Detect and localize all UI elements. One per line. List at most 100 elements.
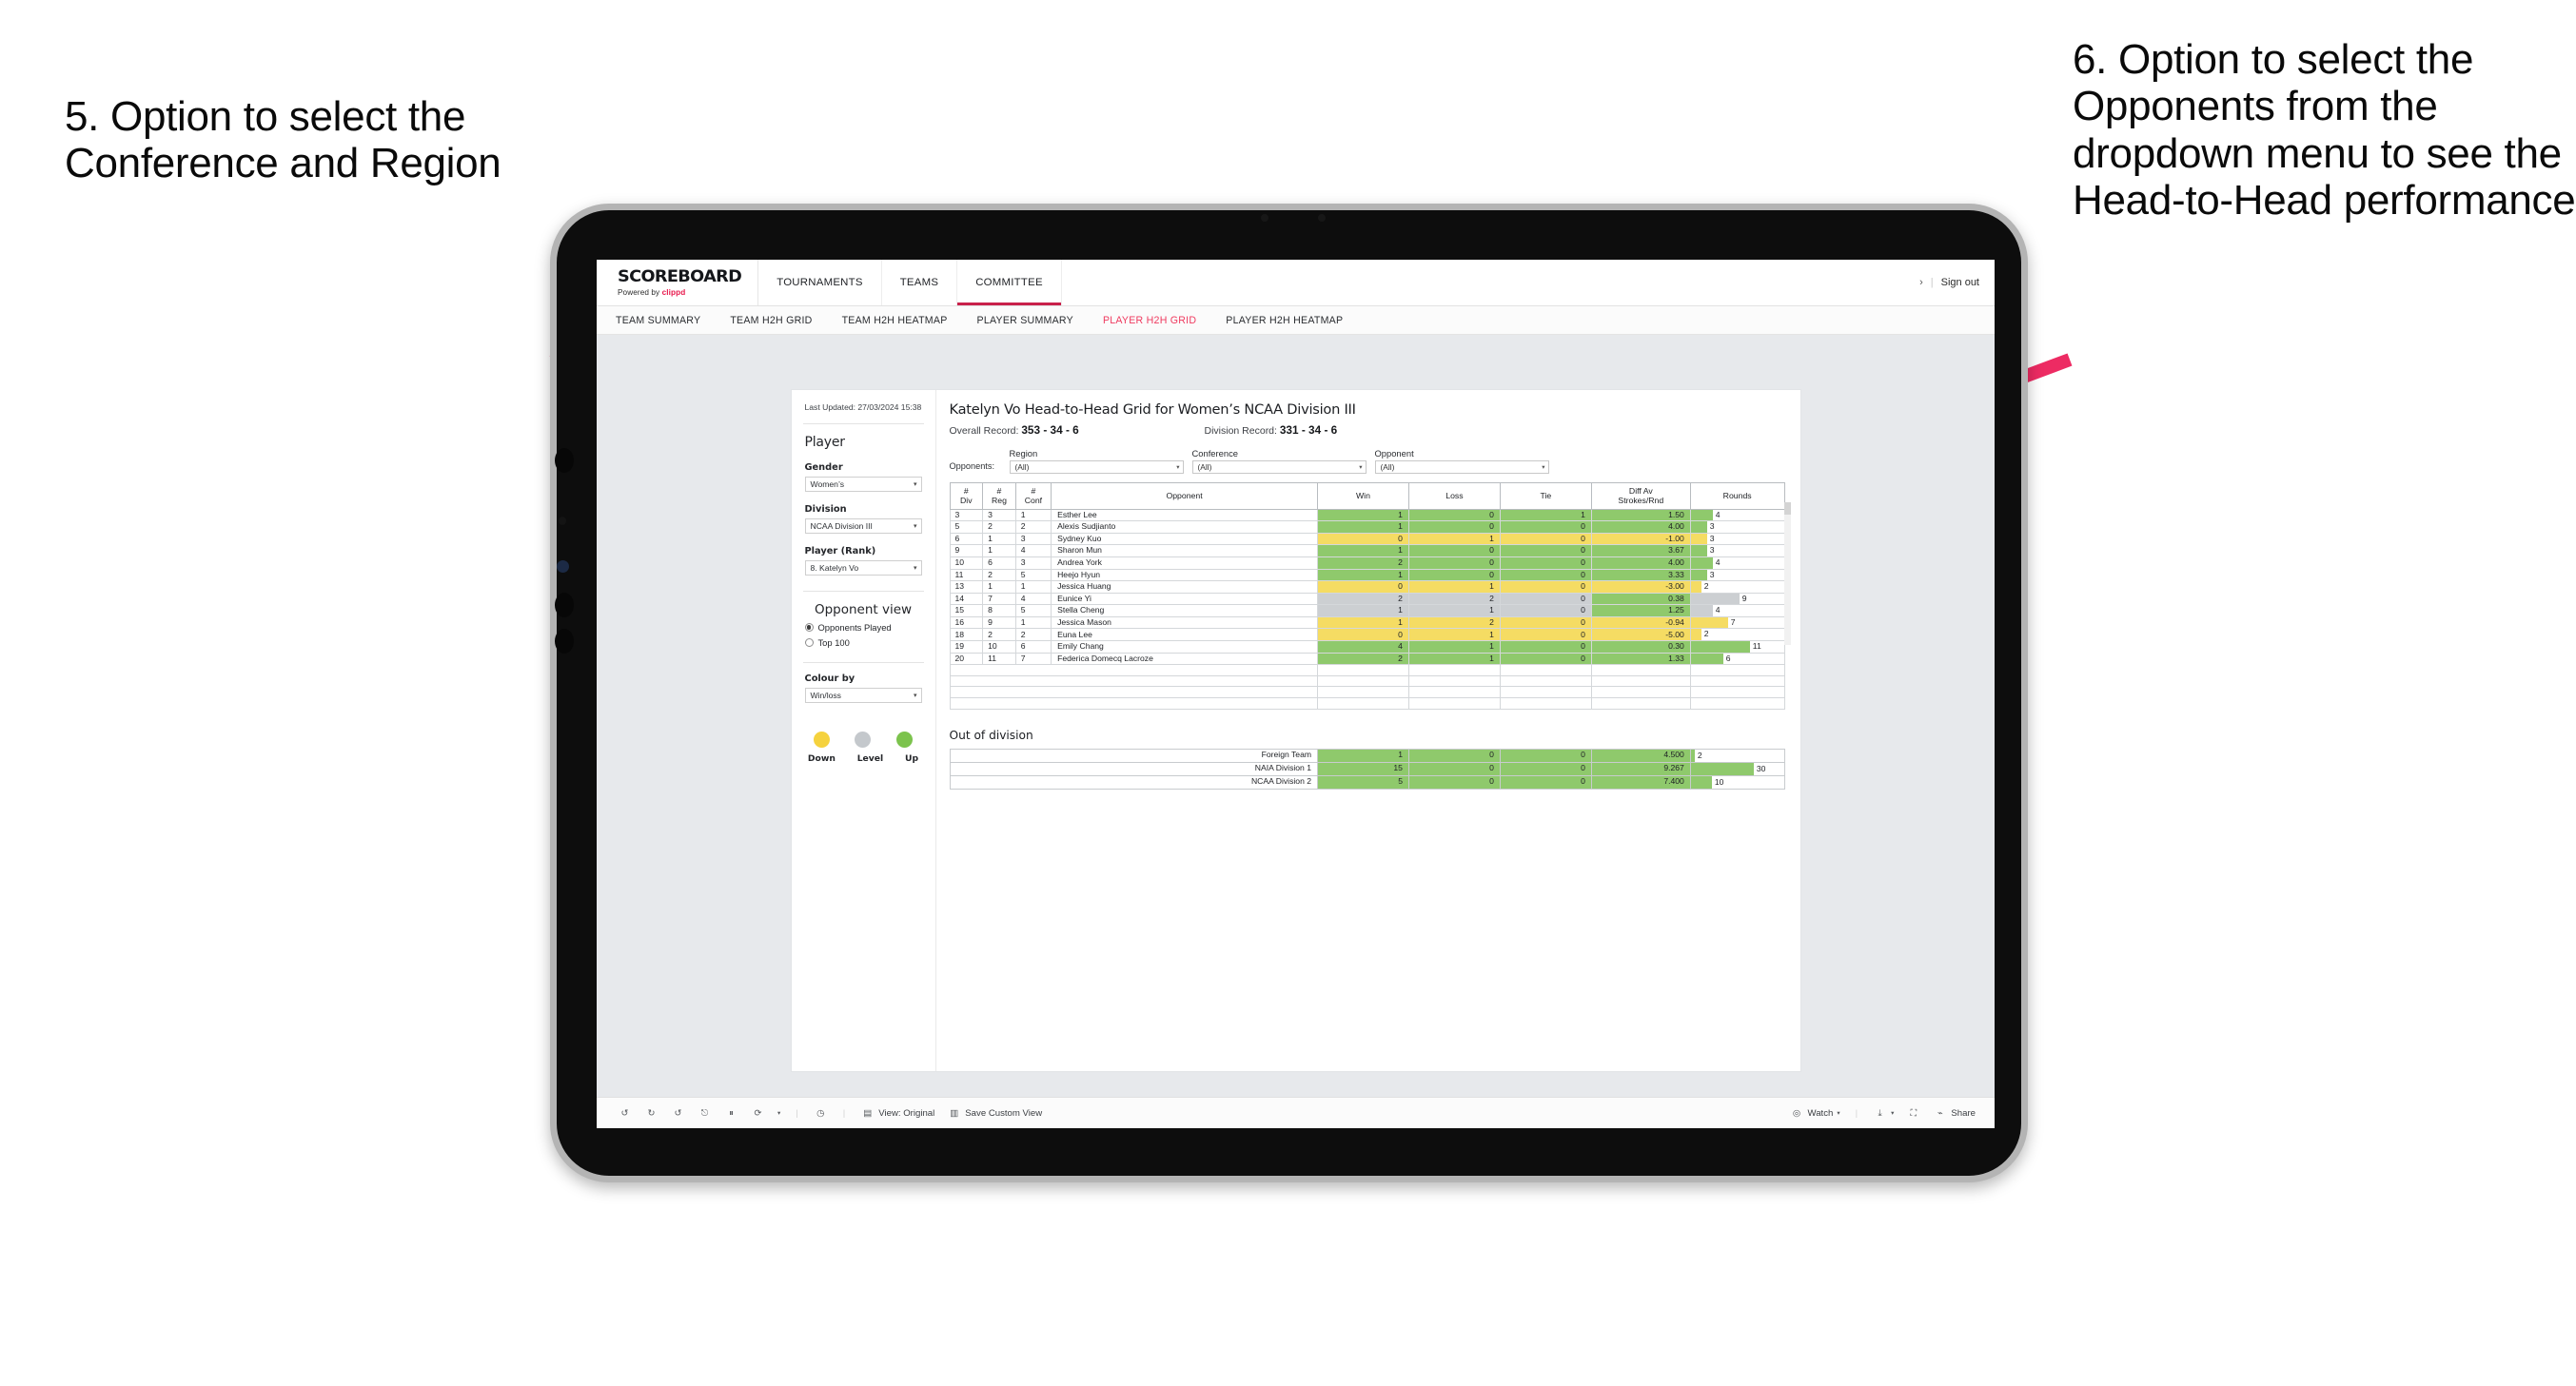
cell-loss: 1	[1407, 604, 1501, 617]
cell-div: 10	[949, 556, 984, 570]
chevron-right-icon[interactable]: ›	[1919, 277, 1923, 288]
filter-region-select[interactable]: (All) ▾	[1009, 460, 1184, 474]
cell-tie: 1	[1499, 508, 1592, 522]
cell-loss: 0	[1407, 556, 1501, 570]
table-row[interactable]: 15 8 5 Stella Cheng 1 1 0 1.25 4	[949, 604, 1785, 617]
table-row[interactable]: 9 1 4 Sharon Mun 1 0 0 3.67 3	[949, 544, 1785, 557]
tab-team-h2h-grid[interactable]: TEAM H2H GRID	[730, 315, 812, 326]
tab-team-summary[interactable]: TEAM SUMMARY	[616, 315, 700, 326]
cell-win: 4	[1316, 640, 1409, 654]
save-custom-view-button[interactable]: ▥ Save Custom View	[947, 1106, 1042, 1121]
col-header-diff-av-strokes-rnd[interactable]: Diff Av Strokes/Rnd	[1590, 482, 1691, 510]
undo-icon[interactable]: ↺	[618, 1106, 632, 1121]
power-button[interactable]	[555, 629, 574, 654]
cell-reg: 2	[982, 628, 1016, 642]
redo-icon[interactable]: ↻	[644, 1106, 659, 1121]
cell-div: 6	[949, 532, 984, 546]
cell-tie: 0	[1499, 604, 1592, 617]
loop-icon[interactable]: ⟳	[751, 1106, 765, 1121]
volume-up-button[interactable]	[555, 448, 574, 473]
table-row[interactable]: 3 3 1 Esther Lee 1 0 1 1.50 4	[949, 508, 1785, 522]
player-rank-select[interactable]: 8. Katelyn Vo ▾	[804, 560, 922, 576]
cell-ood-diff: 7.400	[1590, 774, 1691, 790]
radio-top-100[interactable]: Top 100	[804, 637, 922, 648]
col-header-rounds[interactable]: Rounds	[1689, 482, 1785, 510]
share-icon: ⌁	[1937, 1107, 1943, 1119]
revert-icon[interactable]: ↺	[671, 1106, 685, 1121]
table-scrollbar-thumb[interactable]	[1783, 502, 1791, 515]
empty-cell	[1407, 697, 1501, 710]
cell-rounds: 3	[1689, 544, 1785, 557]
last-updated-text: Last Updated: 27/03/2024 15:38	[804, 402, 922, 412]
fullscreen-icon[interactable]: ⛶	[1906, 1106, 1920, 1121]
col-header-div[interactable]: # Div	[949, 482, 984, 510]
tab-player-h2h-grid[interactable]: PLAYER H2H GRID	[1103, 315, 1196, 326]
cell-div: 13	[949, 580, 984, 594]
table-row[interactable]: 10 6 3 Andrea York 2 0 0 4.00 4	[949, 556, 1785, 570]
sign-out-link[interactable]: Sign out	[1941, 277, 1979, 288]
col-header-tie[interactable]: Tie	[1499, 482, 1592, 510]
tab-player-h2h-heatmap[interactable]: PLAYER H2H HEATMAP	[1226, 315, 1343, 326]
out-of-division-row[interactable]: Foreign Team 1 0 0 4.500 2	[949, 748, 1785, 763]
out-of-division-row[interactable]: NAIA Division 1 15 0 0 9.267 30	[949, 761, 1785, 776]
table-row[interactable]: 11 2 5 Heejo Hyun 1 0 0 3.33 3	[949, 568, 1785, 582]
col-header-reg[interactable]: # Reg	[982, 482, 1016, 510]
volume-down-button[interactable]	[555, 593, 574, 617]
nav-item-committee[interactable]: COMMITTEE	[957, 260, 1062, 305]
table-scrollbar-track[interactable]	[1783, 502, 1791, 645]
cell-tie: 0	[1499, 615, 1592, 630]
col-header-opponent[interactable]: Opponent	[1051, 482, 1318, 510]
rounds-value: 2	[1703, 629, 1709, 639]
out-of-division-row[interactable]: NCAA Division 2 5 0 0 7.400 10	[949, 774, 1785, 790]
history-icon[interactable]: ◷	[814, 1106, 828, 1121]
cell-reg: 8	[982, 604, 1016, 617]
download-button[interactable]: ⤓ ▾	[1873, 1106, 1895, 1121]
empty-cell	[1407, 664, 1501, 676]
col-header-loss[interactable]: Loss	[1407, 482, 1501, 510]
table-row[interactable]: 18 2 2 Euna Lee 0 1 0 -5.00 2	[949, 628, 1785, 642]
table-row[interactable]: 6 1 3 Sydney Kuo 0 1 0 -1.00 3	[949, 532, 1785, 546]
table-row[interactable]: 20 11 7 Federica Domecq Lacroze 2 1 0 1.33 6	[949, 652, 1785, 666]
cell-rounds: 11	[1689, 640, 1785, 654]
nav-item-teams[interactable]: TEAMS	[882, 260, 958, 305]
pause-icon[interactable]: ⏸	[724, 1106, 738, 1121]
cell-reg: 1	[982, 532, 1016, 546]
rounds-value: 9	[1741, 593, 1747, 603]
cell-win: 2	[1316, 592, 1409, 606]
filter-conference-select[interactable]: (All) ▾	[1191, 460, 1367, 474]
division-select[interactable]: NCAA Division III ▾	[804, 518, 922, 534]
cell-rounds: 2	[1689, 580, 1785, 594]
watch-button[interactable]: ◎ Watch ▾	[1790, 1106, 1840, 1121]
table-row[interactable]: 14 7 4 Eunice Yi 2 2 0 0.38 9	[949, 592, 1785, 606]
division-select-value: NCAA Division III	[810, 521, 873, 531]
cell-ood-rounds: 30	[1689, 761, 1785, 776]
nav-item-tournaments[interactable]: TOURNAMENTS	[758, 260, 882, 305]
cell-rounds: 9	[1689, 592, 1785, 606]
view-original-button[interactable]: ▤ View: Original	[860, 1106, 934, 1121]
table-row[interactable]: 13 1 1 Jessica Huang 0 1 0 -3.00 2	[949, 580, 1785, 594]
filter-region-value: (All)	[1014, 462, 1030, 472]
brand-logo[interactable]: SCOREBOARD Powered by clippd	[597, 260, 759, 305]
table-row[interactable]: 19 10 6 Emily Chang 4 1 0 0.30 11	[949, 640, 1785, 654]
cell-tie: 0	[1499, 532, 1592, 546]
gender-select[interactable]: Women’s ▾	[804, 477, 922, 492]
indicator-light	[557, 560, 569, 573]
tab-player-summary[interactable]: PLAYER SUMMARY	[977, 315, 1073, 326]
colour-by-select[interactable]: Win/loss ▾	[804, 688, 922, 703]
table-row[interactable]: 16 9 1 Jessica Mason 1 2 0 -0.94 7	[949, 615, 1785, 630]
col-header-win[interactable]: Win	[1316, 482, 1409, 510]
share-button[interactable]: ⌁ Share	[1933, 1106, 1976, 1121]
table-row[interactable]: 5 2 2 Alexis Sudjianto 1 0 0 4.00 3	[949, 520, 1785, 534]
chevron-down-icon[interactable]: ▾	[777, 1109, 780, 1117]
cell-opponent: Federica Domecq Lacroze	[1051, 652, 1318, 666]
cell-diff: 1.50	[1590, 508, 1691, 522]
refresh-icon[interactable]: ⎋	[698, 1106, 712, 1121]
cell-ood-name: NCAA Division 2	[949, 774, 1319, 790]
col-header-conf[interactable]: # Conf	[1014, 482, 1052, 510]
cell-diff: 3.33	[1590, 568, 1691, 582]
radio-opponents-played[interactable]: Opponents Played	[804, 622, 922, 633]
cell-loss: 1	[1407, 532, 1501, 546]
tab-team-h2h-heatmap[interactable]: TEAM H2H HEATMAP	[842, 315, 948, 326]
cell-rounds: 4	[1689, 604, 1785, 617]
filter-opponent-select[interactable]: (All) ▾	[1374, 460, 1549, 474]
